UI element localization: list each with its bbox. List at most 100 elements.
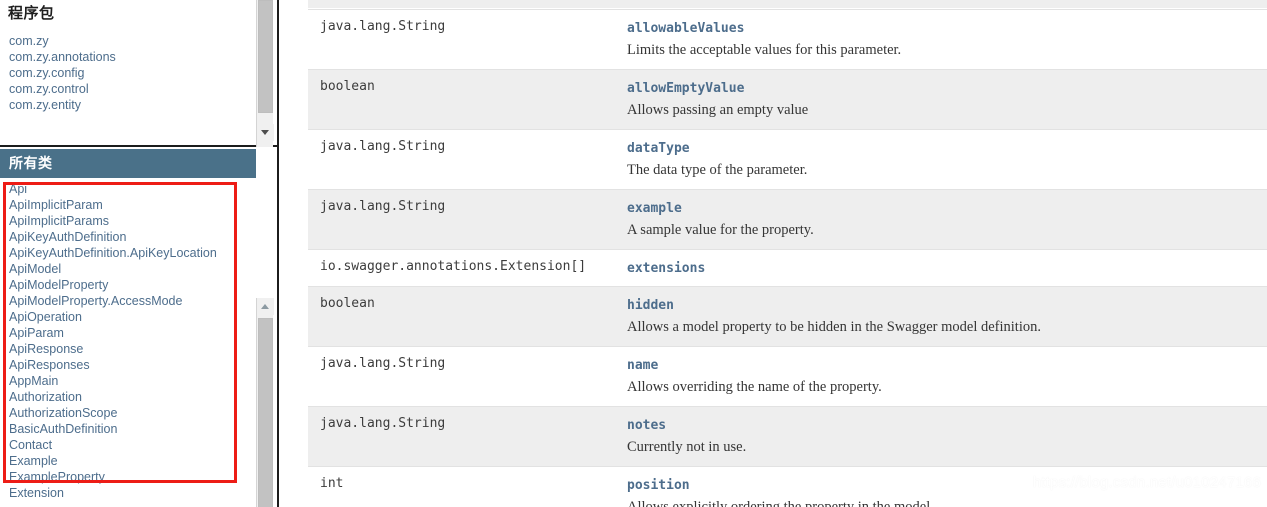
- class-link[interactable]: ApiImplicitParams: [9, 214, 109, 228]
- list-item[interactable]: ApiKeyAuthDefinition: [9, 229, 256, 245]
- member-type: java.lang.String: [308, 189, 615, 250]
- class-link[interactable]: Api: [9, 182, 27, 196]
- table-row[interactable]: boolean hidden Allows a model property t…: [308, 286, 1267, 347]
- list-item[interactable]: com.zy.annotations: [9, 49, 256, 65]
- class-link[interactable]: ExampleProperty: [9, 470, 105, 484]
- member-cell: name Allows overriding the name of the p…: [615, 346, 1267, 407]
- chevron-up-icon[interactable]: [257, 298, 274, 315]
- member-cell: allowableValues Limits the acceptable va…: [615, 9, 1267, 70]
- class-link[interactable]: ApiResponse: [9, 342, 83, 356]
- scrollbar-thumb[interactable]: [258, 318, 273, 507]
- list-item[interactable]: ApiResponse: [9, 341, 256, 357]
- scrollbar-thumb[interactable]: [258, 0, 273, 113]
- list-item[interactable]: Example: [9, 453, 256, 469]
- classes-panel: 所有类 Api ApiImplicitParam ApiImplicitPara…: [0, 149, 279, 507]
- class-link[interactable]: Example: [9, 454, 58, 468]
- member-link[interactable]: notes: [627, 417, 666, 434]
- member-link[interactable]: extensions: [627, 260, 705, 277]
- packages-panel: 程序包 com.zy com.zy.annotations com.zy.con…: [0, 0, 279, 147]
- table-row[interactable]: boolean allowEmptyValue Allows passing a…: [308, 69, 1267, 130]
- list-item[interactable]: ApiParam: [9, 325, 256, 341]
- list-item[interactable]: com.zy: [9, 33, 256, 49]
- list-item[interactable]: AppMain: [9, 373, 256, 389]
- member-link[interactable]: position: [627, 477, 690, 494]
- package-link[interactable]: com.zy.entity: [9, 98, 81, 112]
- list-item[interactable]: AuthorizationScope: [9, 405, 256, 421]
- list-item[interactable]: com.zy.config: [9, 65, 256, 81]
- member-type: io.swagger.annotations.Extension[]: [308, 249, 615, 287]
- member-type: java.lang.String: [308, 9, 615, 70]
- class-link[interactable]: ApiKeyAuthDefinition: [9, 230, 126, 244]
- list-item[interactable]: ApiModel: [9, 261, 256, 277]
- member-description: Allows explicitly ordering the property …: [627, 499, 934, 507]
- table-row[interactable]: java.lang.String allowableValues Limits …: [308, 9, 1267, 70]
- class-link[interactable]: AppMain: [9, 374, 58, 388]
- classes-scroll-area[interactable]: Api ApiImplicitParam ApiImplicitParams A…: [0, 178, 256, 507]
- member-type: java.lang.String: [308, 406, 615, 467]
- package-list: com.zy com.zy.annotations com.zy.config …: [0, 24, 256, 113]
- list-item[interactable]: ApiModelProperty.AccessMode: [9, 293, 256, 309]
- class-link[interactable]: ApiOperation: [9, 310, 82, 324]
- member-link[interactable]: allowEmptyValue: [627, 80, 744, 97]
- member-cell: example A sample value for the property.: [615, 189, 1267, 250]
- class-link[interactable]: AuthorizationScope: [9, 406, 117, 420]
- member-link[interactable]: hidden: [627, 297, 674, 314]
- member-type: boolean: [308, 69, 615, 130]
- list-item[interactable]: Api: [9, 181, 256, 197]
- class-link[interactable]: ApiImplicitParam: [9, 198, 103, 212]
- member-link[interactable]: allowableValues: [627, 20, 744, 37]
- table-row[interactable]: java.lang.String example A sample value …: [308, 189, 1267, 250]
- list-item[interactable]: ApiImplicitParams: [9, 213, 256, 229]
- member-description: Allows overriding the name of the proper…: [627, 379, 882, 395]
- package-link[interactable]: com.zy.config: [9, 66, 85, 80]
- chevron-down-icon[interactable]: [257, 124, 274, 141]
- member-cell: extensions: [615, 249, 1267, 287]
- list-item[interactable]: com.zy.control: [9, 81, 256, 97]
- sidebar: 程序包 com.zy com.zy.annotations com.zy.con…: [0, 0, 279, 507]
- classes-panel-title: 所有类: [0, 149, 256, 178]
- list-item[interactable]: ApiImplicitParam: [9, 197, 256, 213]
- list-item[interactable]: ExampleProperty: [9, 469, 256, 485]
- list-item[interactable]: com.zy.entity: [9, 97, 256, 113]
- class-link[interactable]: ApiModelProperty.AccessMode: [9, 294, 182, 308]
- class-link[interactable]: BasicAuthDefinition: [9, 422, 117, 436]
- package-link[interactable]: com.zy: [9, 34, 49, 48]
- list-item[interactable]: Extension: [9, 485, 256, 501]
- list-item[interactable]: ApiOperation: [9, 309, 256, 325]
- table-row[interactable]: java.lang.String dataType The data type …: [308, 129, 1267, 190]
- table-row[interactable]: java.lang.String name Allows overriding …: [308, 346, 1267, 407]
- member-summary-panel[interactable]: java.lang.String allowableValues Limits …: [308, 0, 1267, 507]
- class-link[interactable]: Authorization: [9, 390, 82, 404]
- class-link[interactable]: Contact: [9, 438, 52, 452]
- list-item[interactable]: ApiModelProperty: [9, 277, 256, 293]
- class-link[interactable]: ApiModel: [9, 262, 61, 276]
- list-item[interactable]: ApiResponses: [9, 357, 256, 373]
- package-link[interactable]: com.zy.control: [9, 82, 89, 96]
- member-description: Allows a model property to be hidden in …: [627, 319, 1041, 335]
- packages-scroll-area[interactable]: 程序包 com.zy com.zy.annotations com.zy.con…: [0, 0, 256, 141]
- member-link[interactable]: example: [627, 200, 682, 217]
- table-row[interactable]: java.lang.String notes Currently not in …: [308, 406, 1267, 467]
- package-link[interactable]: com.zy.annotations: [9, 50, 116, 64]
- list-item[interactable]: BasicAuthDefinition: [9, 421, 256, 437]
- member-summary-table: java.lang.String allowableValues Limits …: [308, 9, 1267, 507]
- table-row[interactable]: int position Allows explicitly ordering …: [308, 466, 1267, 507]
- list-item[interactable]: ApiKeyAuthDefinition.ApiKeyLocation: [9, 245, 256, 261]
- member-cell: hidden Allows a model property to be hid…: [615, 286, 1267, 347]
- member-cell: notes Currently not in use.: [615, 406, 1267, 467]
- class-link[interactable]: Extension: [9, 486, 64, 500]
- class-link[interactable]: ApiKeyAuthDefinition.ApiKeyLocation: [9, 246, 217, 260]
- class-link[interactable]: ApiResponses: [9, 358, 90, 372]
- member-type: int: [308, 466, 615, 507]
- member-description: Limits the acceptable values for this pa…: [627, 42, 902, 58]
- list-item[interactable]: Authorization: [9, 389, 256, 405]
- classes-scrollbar[interactable]: [256, 298, 274, 507]
- member-cell: dataType The data type of the parameter.: [615, 129, 1267, 190]
- class-link[interactable]: ApiParam: [9, 326, 64, 340]
- member-link[interactable]: dataType: [627, 140, 690, 157]
- table-row[interactable]: io.swagger.annotations.Extension[] exten…: [308, 249, 1267, 287]
- member-link[interactable]: name: [627, 357, 658, 374]
- list-item[interactable]: Contact: [9, 437, 256, 453]
- packages-scrollbar[interactable]: [256, 0, 274, 147]
- class-link[interactable]: ApiModelProperty: [9, 278, 108, 292]
